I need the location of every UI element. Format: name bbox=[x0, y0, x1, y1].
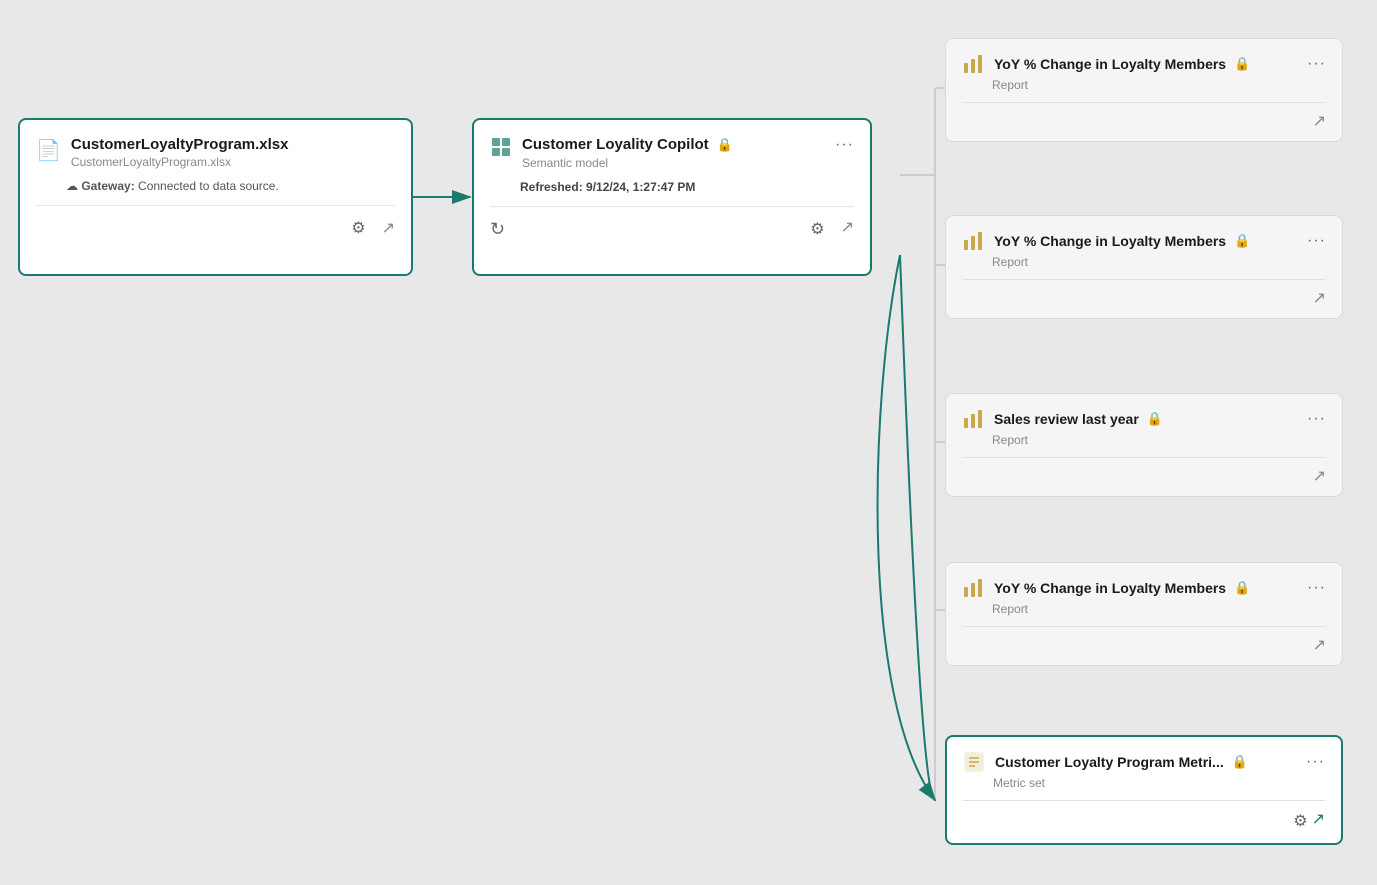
report-4-footer: ↗ bbox=[962, 626, 1326, 655]
chart-icon-3 bbox=[962, 408, 984, 430]
report-2-subtitle: Report bbox=[992, 255, 1326, 269]
report-card-3-left: Sales review last year 🔒 bbox=[962, 408, 1163, 430]
metric-schedule-icon[interactable]: ⚙ bbox=[1289, 809, 1311, 833]
metric-card-left: Customer Loyalty Program Metri... 🔒 bbox=[963, 751, 1248, 773]
report-3-subtitle: Report bbox=[992, 433, 1326, 447]
semantic-header-left: Customer Loyality Copilot 🔒 Semantic mod… bbox=[490, 136, 733, 170]
report-card-4-header: YoY % Change in Loyalty Members 🔒 ··· bbox=[962, 577, 1326, 599]
report-3-lock: 🔒 bbox=[1147, 411, 1163, 427]
semantic-card: Customer Loyality Copilot 🔒 Semantic mod… bbox=[472, 118, 872, 276]
report-1-title: YoY % Change in Loyalty Members bbox=[994, 56, 1226, 72]
report-1-title-row: YoY % Change in Loyalty Members 🔒 bbox=[994, 56, 1250, 72]
source-title: CustomerLoyaltyProgram.xlsx bbox=[71, 136, 289, 153]
report-card-2: YoY % Change in Loyalty Members 🔒 ··· Re… bbox=[945, 215, 1343, 319]
report-4-link-icon[interactable]: ↗ bbox=[1313, 635, 1326, 655]
semantic-lock-icon: 🔒 bbox=[717, 137, 733, 153]
source-schedule-icon[interactable]: ⚙ bbox=[347, 216, 369, 240]
report-card-3-header: Sales review last year 🔒 ··· bbox=[962, 408, 1326, 430]
report-1-link-icon[interactable]: ↗ bbox=[1313, 111, 1326, 131]
report-card-2-left: YoY % Change in Loyalty Members 🔒 bbox=[962, 230, 1250, 252]
source-link-icon[interactable]: ↗ bbox=[382, 218, 395, 238]
report-2-link-icon[interactable]: ↗ bbox=[1313, 288, 1326, 308]
report-2-title-row: YoY % Change in Loyalty Members 🔒 bbox=[994, 233, 1250, 249]
metric-card-footer: ⚙ ↗ bbox=[963, 800, 1325, 833]
report-1-more-menu[interactable]: ··· bbox=[1307, 55, 1326, 73]
report-1-footer: ↗ bbox=[962, 102, 1326, 131]
semantic-footer-right: ⚙ ↗ bbox=[806, 217, 854, 241]
report-4-title: YoY % Change in Loyalty Members bbox=[994, 580, 1226, 596]
file-icon: 📄 bbox=[36, 138, 61, 163]
metric-more-menu[interactable]: ··· bbox=[1306, 753, 1325, 771]
source-card: 📄 CustomerLoyaltyProgram.xlsx CustomerLo… bbox=[18, 118, 413, 276]
semantic-refresh-icon[interactable]: ↻ bbox=[490, 219, 505, 240]
metric-title: Customer Loyalty Program Metri... bbox=[995, 754, 1224, 770]
report-card-3: Sales review last year 🔒 ··· Report ↗ bbox=[945, 393, 1343, 497]
report-4-title-row: YoY % Change in Loyalty Members 🔒 bbox=[994, 580, 1250, 596]
metric-lock: 🔒 bbox=[1232, 754, 1248, 770]
report-card-2-header: YoY % Change in Loyalty Members 🔒 ··· bbox=[962, 230, 1326, 252]
scorecard-icon bbox=[963, 751, 985, 773]
report-card-1: YoY % Change in Loyalty Members 🔒 ··· Re… bbox=[945, 38, 1343, 142]
gateway-value: Connected to data source. bbox=[138, 179, 279, 193]
gateway-info: ☁ Gateway: Connected to data source. bbox=[66, 179, 395, 193]
report-4-subtitle: Report bbox=[992, 602, 1326, 616]
semantic-card-footer: ↻ ⚙ ↗ bbox=[490, 206, 854, 241]
report-3-footer: ↗ bbox=[962, 457, 1326, 486]
semantic-refreshed: Refreshed: 9/12/24, 1:27:47 PM bbox=[520, 180, 854, 194]
source-card-header: 📄 CustomerLoyaltyProgram.xlsx CustomerLo… bbox=[36, 136, 395, 169]
metric-card: Customer Loyalty Program Metri... 🔒 ··· … bbox=[945, 735, 1343, 845]
metric-link-icon[interactable]: ↗ bbox=[1312, 809, 1325, 833]
source-card-footer: ⚙ ↗ bbox=[36, 205, 395, 240]
gateway-label: Gateway: bbox=[81, 179, 134, 193]
semantic-title-row: Customer Loyality Copilot 🔒 bbox=[522, 136, 733, 153]
chart-icon-4 bbox=[962, 577, 984, 599]
report-4-more-menu[interactable]: ··· bbox=[1307, 579, 1326, 597]
chart-icon-2 bbox=[962, 230, 984, 252]
report-card-4-left: YoY % Change in Loyalty Members 🔒 bbox=[962, 577, 1250, 599]
metric-subtitle: Metric set bbox=[993, 776, 1325, 790]
report-card-4: YoY % Change in Loyalty Members 🔒 ··· Re… bbox=[945, 562, 1343, 666]
report-3-link-icon[interactable]: ↗ bbox=[1313, 466, 1326, 486]
report-3-more-menu[interactable]: ··· bbox=[1307, 410, 1326, 428]
semantic-subtitle: Semantic model bbox=[522, 156, 733, 170]
source-subtitle: CustomerLoyaltyProgram.xlsx bbox=[71, 155, 289, 169]
grid-icon bbox=[490, 136, 512, 158]
report-3-title: Sales review last year bbox=[994, 411, 1139, 427]
report-card-1-left: YoY % Change in Loyalty Members 🔒 bbox=[962, 53, 1250, 75]
report-2-more-menu[interactable]: ··· bbox=[1307, 232, 1326, 250]
semantic-link-icon[interactable]: ↗ bbox=[841, 217, 854, 241]
report-2-title: YoY % Change in Loyalty Members bbox=[994, 233, 1226, 249]
metric-title-row: Customer Loyalty Program Metri... 🔒 bbox=[995, 754, 1248, 770]
semantic-more-menu[interactable]: ··· bbox=[835, 136, 854, 154]
semantic-schedule-icon[interactable]: ⚙ bbox=[806, 217, 828, 241]
chart-icon-1 bbox=[962, 53, 984, 75]
metric-card-header: Customer Loyalty Program Metri... 🔒 ··· bbox=[963, 751, 1325, 773]
report-3-title-row: Sales review last year 🔒 bbox=[994, 411, 1163, 427]
report-card-1-header: YoY % Change in Loyalty Members 🔒 ··· bbox=[962, 53, 1326, 75]
semantic-title: Customer Loyality Copilot bbox=[522, 136, 709, 153]
report-2-footer: ↗ bbox=[962, 279, 1326, 308]
report-1-lock: 🔒 bbox=[1234, 56, 1250, 72]
semantic-card-header: Customer Loyality Copilot 🔒 Semantic mod… bbox=[490, 136, 854, 170]
report-2-lock: 🔒 bbox=[1234, 233, 1250, 249]
report-1-subtitle: Report bbox=[992, 78, 1326, 92]
report-4-lock: 🔒 bbox=[1234, 580, 1250, 596]
